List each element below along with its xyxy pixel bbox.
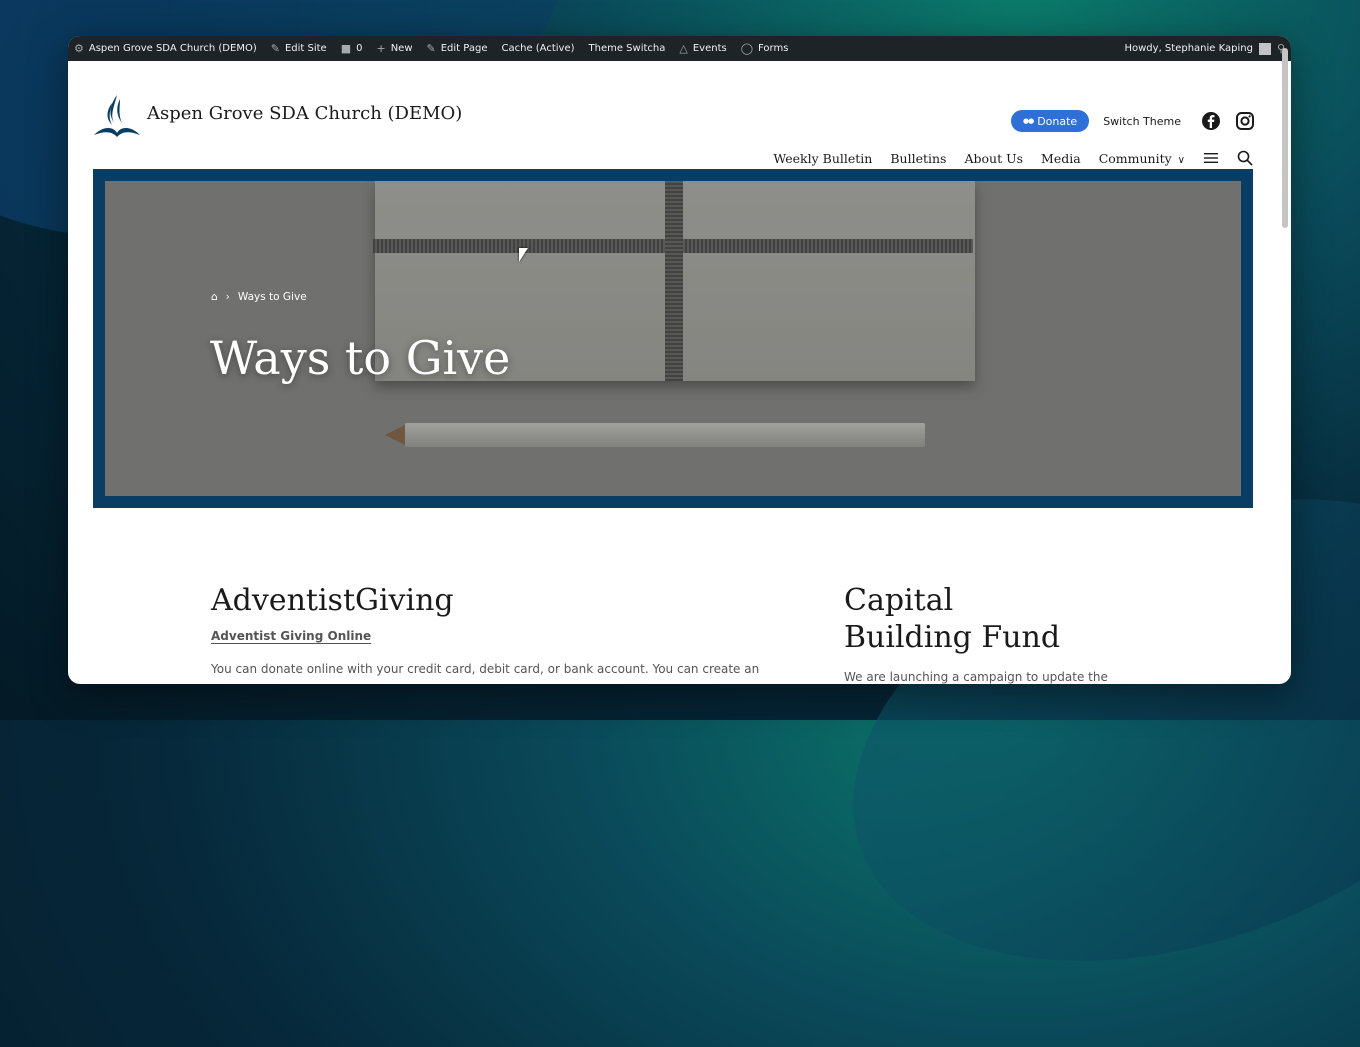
heading-line: Capital (844, 583, 954, 618)
pencil-icon: ✎ (426, 42, 436, 55)
admin-howdy[interactable]: Howdy, Stephanie Kaping (1124, 43, 1252, 54)
admin-bar: ⚙ Aspen Grove SDA Church (DEMO) ✎ Edit S… (68, 36, 1291, 61)
menu-icon[interactable] (1203, 151, 1219, 165)
admin-events-label: Events (692, 43, 727, 54)
nav-item-community-label: Community (1098, 150, 1172, 166)
admin-edit-site-label: Edit Site (284, 43, 327, 54)
page-title: Ways to Give (210, 331, 511, 385)
admin-edit-page[interactable]: ✎ Edit Page (427, 42, 488, 55)
home-icon[interactable]: ⌂ (211, 291, 218, 303)
site-title[interactable]: Aspen Grove SDA Church (DEMO) (147, 103, 462, 124)
donate-button[interactable]: ●● Donate (1010, 110, 1090, 132)
adventist-giving-link[interactable]: Adventist Giving Online (211, 629, 371, 643)
admin-new-label: New (390, 43, 413, 54)
admin-edit-site[interactable]: ✎ Edit Site (271, 42, 327, 55)
chevron-down-icon: ∨ (1177, 154, 1185, 166)
heading-line: Building Fund (844, 620, 1061, 655)
avatar[interactable] (1258, 42, 1271, 55)
admin-theme-switcha-label: Theme Switcha (588, 43, 666, 54)
calendar-icon: △ (679, 42, 688, 55)
admin-site-name: Aspen Grove SDA Church (DEMO) (88, 43, 257, 54)
section-paragraph: We are launching a campaign to update th… (844, 670, 1108, 684)
breadcrumb-current: Ways to Give (237, 291, 307, 303)
nav-item-weekly-bulletin[interactable]: Weekly Bulletin (773, 151, 872, 166)
admin-new[interactable]: + New (376, 42, 412, 55)
section-heading: Capital Building Fund (844, 582, 1164, 656)
hero-banner: ⌂ › Ways to Give Ways to Give (93, 169, 1253, 508)
admin-site-link[interactable]: ⚙ Aspen Grove SDA Church (DEMO) (74, 42, 257, 55)
admin-comments-count: 0 (356, 43, 363, 54)
donate-icon: ●● (1022, 117, 1034, 125)
site-header: Aspen Grove SDA Church (DEMO) ●● Donate … (68, 61, 1291, 169)
nav-item-bulletins[interactable]: Bulletins (890, 151, 946, 166)
mouse-cursor (519, 248, 528, 262)
church-logo-icon[interactable] (92, 93, 142, 139)
search-icon[interactable] (1237, 150, 1253, 166)
admin-comments[interactable]: ■ 0 (341, 42, 363, 55)
admin-forms[interactable]: ◯ Forms (741, 42, 789, 55)
admin-cache-label: Cache (Active) (501, 43, 575, 54)
building-fund-section: Capital Building Fund We are launching a… (844, 582, 1164, 684)
nav-item-community[interactable]: Community ∨ (1099, 151, 1185, 166)
dashboard-icon: ⚙ (74, 42, 84, 55)
nav-item-about-us[interactable]: About Us (964, 151, 1023, 166)
switch-theme-link[interactable]: Switch Theme (1103, 115, 1181, 128)
section-paragraph: You can donate online with your credit c… (211, 662, 760, 676)
donate-label: Donate (1037, 114, 1078, 128)
scrollbar[interactable] (1282, 48, 1288, 228)
plus-icon: + (376, 42, 386, 55)
chevron-right-icon: › (225, 291, 230, 303)
admin-cache[interactable]: Cache (Active) (502, 43, 575, 54)
main-nav: Weekly Bulletin Bulletins About Us Media… (773, 150, 1253, 166)
hero-image: ⌂ › Ways to Give Ways to Give (105, 181, 1241, 496)
admin-edit-page-label: Edit Page (440, 43, 488, 54)
giving-section: AdventistGiving Adventist Giving Online … (211, 582, 771, 678)
header-utility: ●● Donate Switch Theme (1010, 110, 1255, 132)
admin-forms-label: Forms (758, 43, 789, 54)
admin-theme-switcha[interactable]: Theme Switcha (589, 43, 666, 54)
breadcrumb: ⌂ › Ways to Give (211, 291, 307, 303)
brush-icon: ✎ (270, 42, 280, 55)
section-heading: AdventistGiving (211, 583, 454, 618)
forms-icon: ◯ (740, 42, 754, 55)
comment-icon: ■ (340, 42, 352, 55)
instagram-icon[interactable] (1235, 111, 1255, 131)
admin-events[interactable]: △ Events (679, 42, 726, 55)
nav-item-media[interactable]: Media (1041, 151, 1081, 166)
facebook-icon[interactable] (1201, 111, 1221, 131)
browser-window: ⚙ Aspen Grove SDA Church (DEMO) ✎ Edit S… (68, 36, 1291, 684)
